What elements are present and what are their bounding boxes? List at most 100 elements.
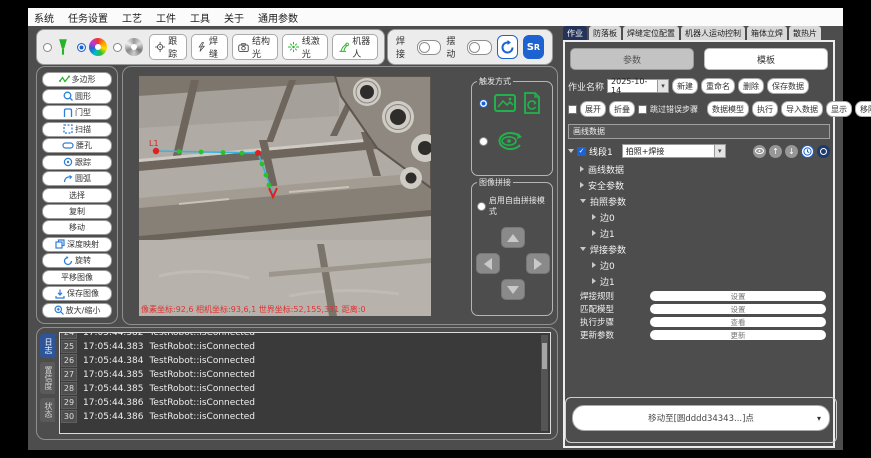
show-button[interactable]: 显示	[826, 101, 852, 117]
menu-process[interactable]: 工艺	[122, 10, 142, 25]
toolbar-toggles: 焊接 摆动 SR	[387, 29, 553, 65]
seam-button[interactable]: 焊缝	[191, 34, 228, 60]
log-list[interactable]: 24 17:05:44.382 TestRobot::isConnected 2…	[59, 332, 551, 434]
mode-color-wheel[interactable]	[77, 38, 107, 56]
expand-checkbox[interactable]	[568, 105, 577, 114]
tool-circle-button[interactable]: 圆形	[42, 89, 112, 104]
tree-node-weld-edge1[interactable]: 边1	[568, 273, 830, 289]
tab-log[interactable]: 日志	[40, 334, 55, 358]
segment-checkbox[interactable]: ✓	[577, 147, 586, 156]
camera-image[interactable]: L1 像素坐标:92,6 相机坐标:93,6,1 世界坐标:52,155,331…	[139, 76, 431, 316]
tab-status[interactable]: 状态	[40, 398, 55, 422]
match-model-set-button[interactable]: 设置	[650, 304, 826, 314]
menu-about[interactable]: 关于	[224, 10, 244, 25]
tree-node-photo-params[interactable]: 拍照参数	[568, 193, 830, 209]
shutter-wheel-radio[interactable]	[113, 43, 122, 52]
log-scrollbar[interactable]	[541, 335, 548, 431]
menu-general-params[interactable]: 通用参数	[258, 10, 298, 25]
collapse-button[interactable]: 折叠	[609, 101, 635, 117]
save-data-button[interactable]: 保存数据	[767, 78, 809, 94]
robot-button[interactable]: 机器人	[332, 34, 379, 60]
update-params-button[interactable]: 更新	[650, 330, 826, 340]
stitch-right-button[interactable]	[526, 253, 550, 274]
tab-confidence[interactable]: 置信度	[40, 362, 55, 394]
refresh-doc-icon[interactable]	[522, 92, 542, 114]
tool-copy-button[interactable]: 复制	[42, 204, 112, 219]
track-button[interactable]: 跟踪	[149, 34, 187, 60]
move-to-point-button[interactable]: 移动至[圆dddd34343...]点 ▾	[572, 405, 830, 431]
expand-button[interactable]: 展开	[580, 101, 606, 117]
move-down-button[interactable]: ↓	[785, 145, 798, 158]
sr-button[interactable]: SR	[523, 35, 544, 59]
continuous-capture-radio[interactable]	[479, 137, 488, 146]
tab-drop-plate[interactable]: 防落板	[589, 26, 621, 40]
tool-select-button[interactable]: 选择	[42, 188, 112, 203]
tree-node-edge0[interactable]: 边0	[568, 209, 830, 225]
record-button[interactable]	[817, 145, 830, 158]
reset-button[interactable]	[497, 35, 518, 59]
tool-move-button[interactable]: 移动	[42, 220, 112, 235]
execute-button[interactable]: 执行	[752, 101, 778, 117]
menu-tools[interactable]: 工具	[190, 10, 210, 25]
tab-seam-locating[interactable]: 焊缝定位配置	[623, 26, 679, 40]
log-row-number: 30	[61, 410, 77, 423]
menu-task-settings[interactable]: 任务设置	[68, 10, 108, 25]
weld-rule-set-button[interactable]: 设置	[650, 291, 826, 301]
visibility-button[interactable]	[753, 145, 766, 158]
tab-robot-motion[interactable]: 机器人运动控制	[681, 26, 745, 40]
segment-row[interactable]: ✓ 线段1 拍照+焊接 ▾ ↑ ↓	[568, 141, 830, 161]
template-mode-button[interactable]: 模板	[704, 48, 828, 70]
color-wheel-icon	[89, 38, 107, 56]
tool-depth-map-button[interactable]: 深度映射	[42, 237, 112, 252]
delete-job-button[interactable]: 删除	[738, 78, 764, 94]
tool-door-button[interactable]: 门型	[42, 105, 112, 120]
tree-node-safety-params[interactable]: 安全参数	[568, 177, 830, 193]
skip-error-checkbox[interactable]	[638, 105, 647, 114]
expand-arrow-icon[interactable]	[568, 149, 574, 153]
tree-node-weld-edge0[interactable]: 边0	[568, 257, 830, 273]
free-stitch-radio[interactable]	[477, 202, 486, 211]
stitch-left-button[interactable]	[476, 253, 500, 274]
line-laser-button[interactable]: 线激光	[282, 34, 328, 60]
menu-system[interactable]: 系统	[34, 10, 54, 25]
remove-button[interactable]: 移除	[855, 101, 871, 117]
mode-shutter-wheel[interactable]	[113, 38, 143, 56]
swing-toggle[interactable]	[467, 40, 492, 55]
tool-slot-button[interactable]: 腰孔	[42, 138, 112, 153]
history-button[interactable]	[801, 145, 814, 158]
tool-zoom-button[interactable]: 放大/缩小	[42, 303, 112, 318]
color-wheel-radio[interactable]	[77, 43, 86, 52]
job-panel-tabs: 作业 防落板 焊缝定位配置 机器人运动控制 箱体立焊 散热片	[563, 25, 843, 40]
tool-save-image-button[interactable]: 保存图像	[42, 286, 112, 301]
tool-scan-button[interactable]: 扫描	[42, 122, 112, 137]
weld-toggle[interactable]	[417, 40, 442, 55]
new-job-button[interactable]: 新建	[672, 78, 698, 94]
tree-node-weld-params[interactable]: 焊接参数	[568, 241, 830, 257]
tree-node-edge1[interactable]: 边1	[568, 225, 830, 241]
torch-radio[interactable]	[43, 43, 52, 52]
rename-job-button[interactable]: 重命名	[701, 78, 735, 94]
tab-heat-sink[interactable]: 散热片	[789, 26, 821, 40]
toolbar-main: 跟踪 焊缝 结构光 线激光	[36, 29, 385, 65]
exec-steps-view-button[interactable]: 查看	[650, 317, 826, 327]
tree-node-draw-data[interactable]: 画线数据	[568, 161, 830, 177]
menu-workpiece[interactable]: 工件	[156, 10, 176, 25]
tool-track-button[interactable]: 跟踪	[42, 155, 112, 170]
tool-arc-button[interactable]: 圆弧	[42, 171, 112, 186]
segment-mode-select[interactable]: 拍照+焊接 ▾	[622, 144, 726, 158]
stitch-down-button[interactable]	[501, 279, 525, 300]
tool-pan-image-button[interactable]: 平移图像	[42, 270, 112, 285]
structure-light-button[interactable]: 结构光	[232, 34, 278, 60]
param-mode-button[interactable]: 参数	[570, 48, 694, 70]
job-name-select[interactable]: 2025-10-14 ▾	[607, 79, 669, 93]
tab-box-vertical-weld[interactable]: 箱体立焊	[747, 26, 787, 40]
tool-polygon-button[interactable]: 多边形	[42, 72, 112, 87]
stitch-up-button[interactable]	[501, 227, 525, 248]
tab-job[interactable]: 作业	[563, 26, 587, 40]
data-model-button[interactable]: 数据模型	[707, 101, 749, 117]
single-capture-radio[interactable]	[479, 99, 488, 108]
move-up-button[interactable]: ↑	[769, 145, 782, 158]
tool-rotate-button[interactable]: 旋转	[42, 253, 112, 268]
mode-torch[interactable]	[43, 38, 71, 56]
import-data-button[interactable]: 导入数据	[781, 101, 823, 117]
